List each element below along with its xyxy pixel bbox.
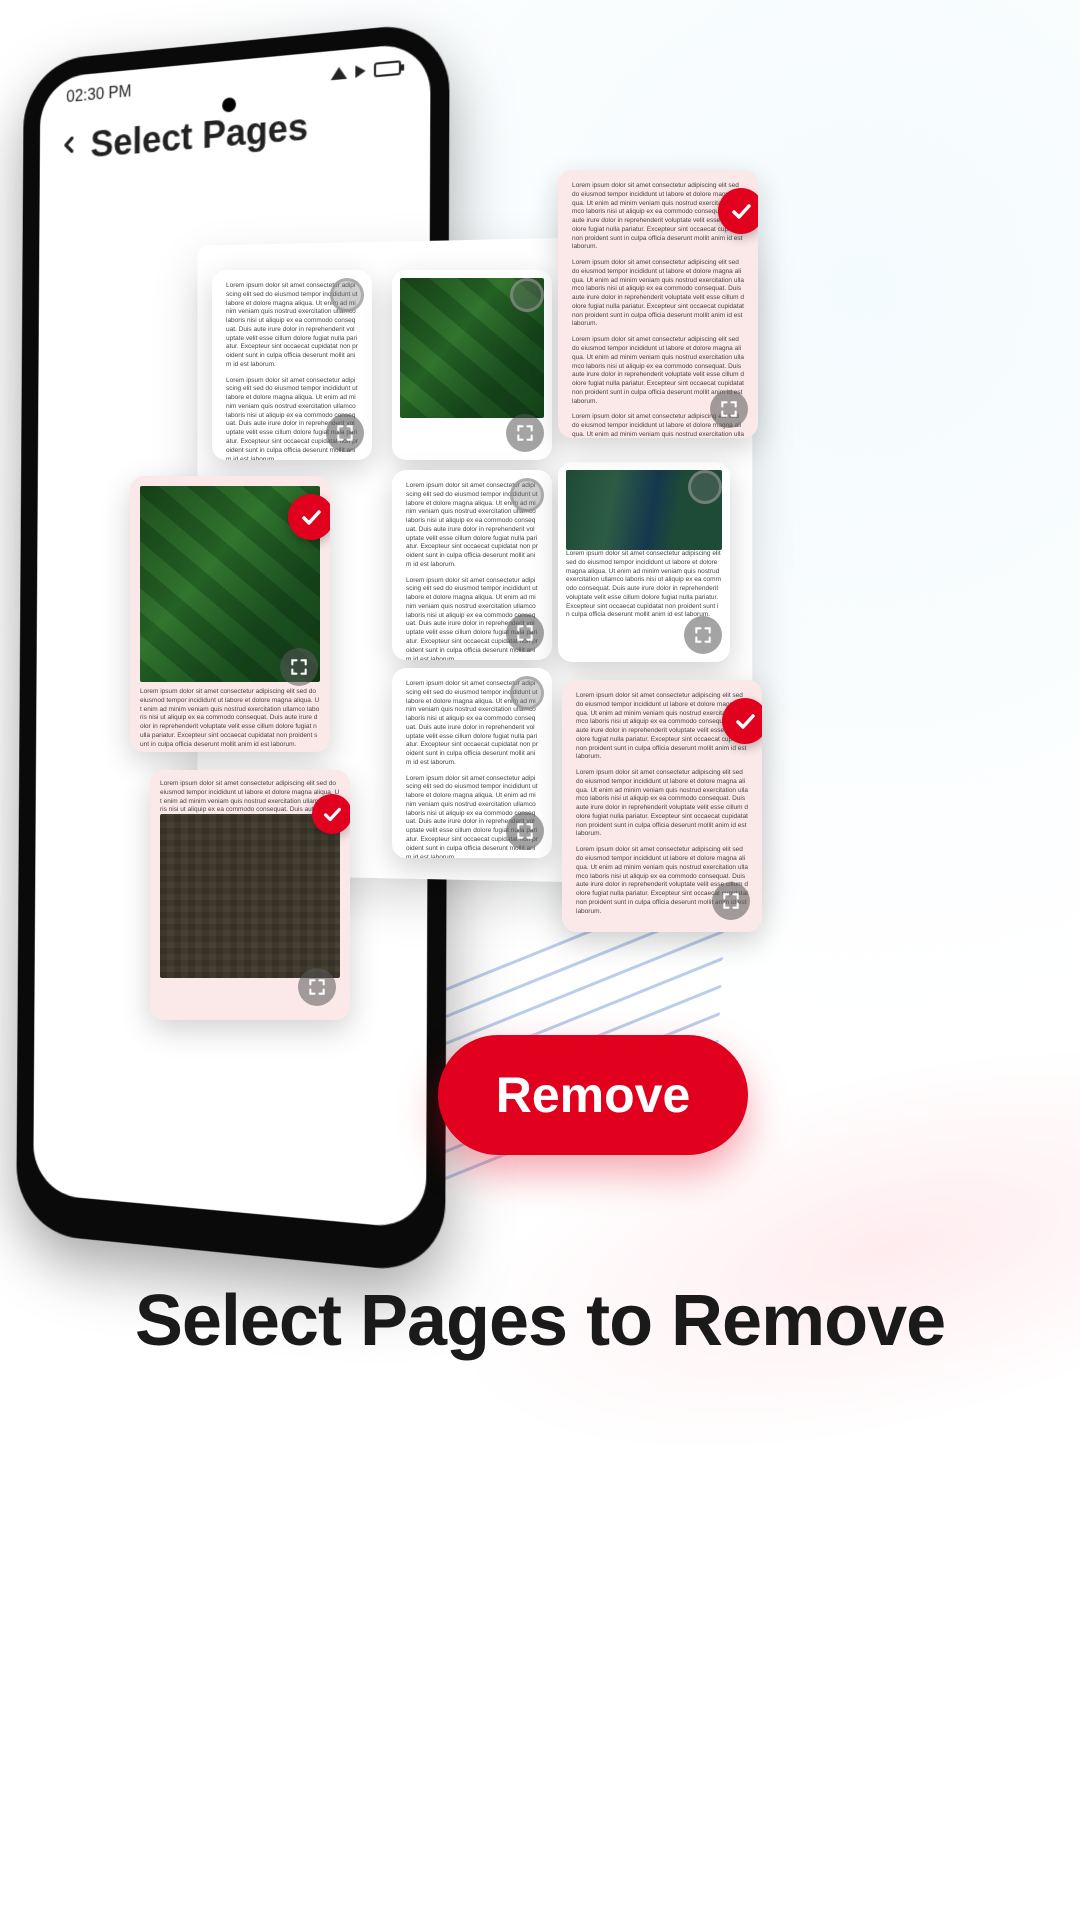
- select-circle[interactable]: [510, 278, 544, 312]
- marketing-caption: Select Pages to Remove: [0, 1280, 1080, 1362]
- page-thumb-city-selected[interactable]: Lorem ipsum dolor sit amet consectetur a…: [150, 770, 350, 1020]
- remove-button[interactable]: Remove: [438, 1035, 748, 1155]
- expand-icon[interactable]: [684, 616, 722, 654]
- wifi-icon: [331, 66, 347, 80]
- page-thumb-text-6[interactable]: Lorem ipsum dolor sit amet consectetur a…: [562, 680, 762, 932]
- expand-icon[interactable]: [326, 414, 364, 452]
- select-circle[interactable]: [510, 478, 544, 512]
- select-circle[interactable]: [510, 676, 544, 710]
- decorative-swoosh: [393, 899, 1080, 1602]
- select-circle[interactable]: [330, 278, 364, 312]
- check-icon[interactable]: [722, 698, 762, 744]
- page-thumb-river[interactable]: Lorem ipsum dolor sit amet consectetur a…: [558, 462, 730, 662]
- expand-icon[interactable]: [506, 812, 544, 850]
- check-icon[interactable]: [718, 188, 758, 234]
- page-thumb-text-5[interactable]: Lorem ipsum dolor sit amet consectetur a…: [558, 170, 758, 438]
- expand-icon[interactable]: [506, 614, 544, 652]
- page-thumb-text-3[interactable]: Lorem ipsum dolor sit amet consectetur a…: [392, 668, 552, 858]
- status-time: 02:30 PM: [66, 83, 131, 107]
- page-thumb-text-1[interactable]: Lorem ipsum dolor sit amet consectetur a…: [212, 270, 372, 460]
- page-title: Select Pages: [90, 105, 308, 166]
- battery-icon: [374, 60, 401, 77]
- signal-icon: [355, 65, 365, 79]
- back-icon[interactable]: [57, 130, 82, 163]
- remove-button-label: Remove: [496, 1066, 691, 1124]
- select-circle[interactable]: [688, 470, 722, 504]
- expand-icon[interactable]: [298, 968, 336, 1006]
- expand-icon[interactable]: [710, 390, 748, 428]
- expand-icon[interactable]: [712, 882, 750, 920]
- check-icon[interactable]: [312, 794, 350, 834]
- page-thumb-sat-1[interactable]: [392, 270, 552, 460]
- expand-icon[interactable]: [280, 648, 318, 686]
- check-icon[interactable]: [288, 494, 330, 540]
- page-thumb-text-2[interactable]: Lorem ipsum dolor sit amet consectetur a…: [392, 470, 552, 660]
- expand-icon[interactable]: [506, 414, 544, 452]
- page-thumb-sat-selected[interactable]: Lorem ipsum dolor sit amet consectetur a…: [130, 476, 330, 752]
